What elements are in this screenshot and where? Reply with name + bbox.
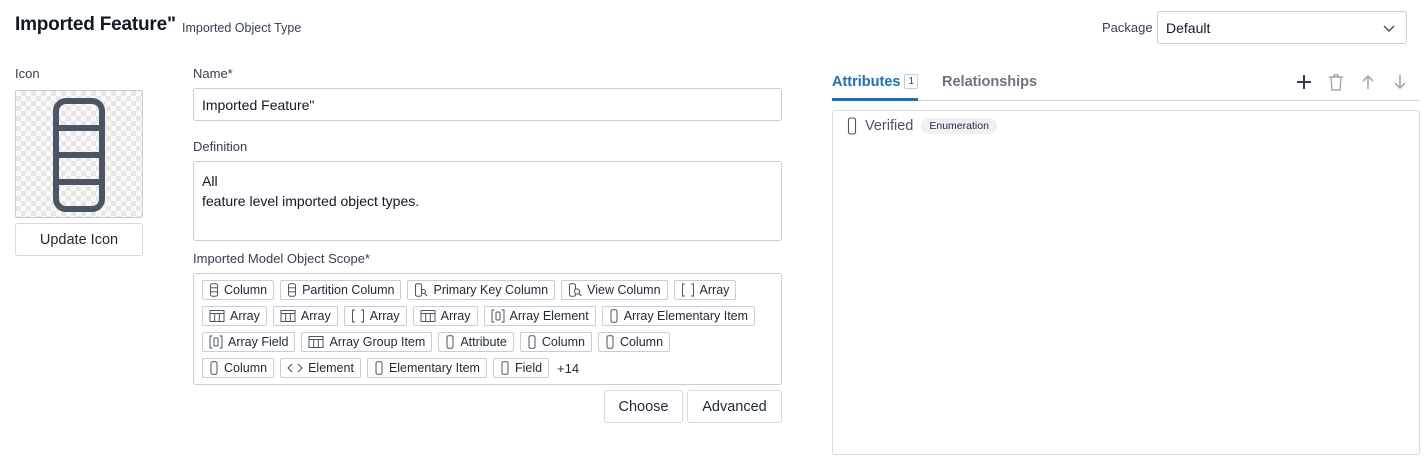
update-icon-button[interactable]: Update Icon (15, 223, 143, 256)
chevron-down-icon (1382, 21, 1396, 38)
scope-chip-label: Field (514, 361, 543, 375)
scope-chip-column[interactable]: Column (597, 332, 671, 352)
table-icon (280, 309, 296, 323)
scope-chip-label: Primary Key Column (433, 283, 549, 297)
arrow-up-icon[interactable] (1358, 72, 1378, 92)
scope-chip-partition-column[interactable]: Partition Column (280, 280, 402, 300)
key-column-icon (414, 283, 428, 297)
field-icon (847, 117, 857, 135)
attribute-row[interactable]: Verified Enumeration (847, 117, 997, 135)
scope-chip-label: View Column (587, 283, 661, 297)
attributes-panel: Verified Enumeration (832, 110, 1420, 455)
tab-attributes[interactable]: Attributes 1 (832, 74, 919, 90)
column-icon (209, 283, 219, 297)
scope-chip-primary-key-column[interactable]: Primary Key Column (407, 280, 556, 300)
table-icon (420, 309, 436, 323)
scope-chip-row: Column Partition Column Primary Key Column… (202, 280, 773, 300)
scope-chip-array[interactable]: Array (673, 280, 737, 300)
name-input[interactable]: Imported Feature" (193, 88, 782, 121)
scope-chip-view-column[interactable]: View Column (561, 280, 668, 300)
table-icon (209, 309, 225, 323)
tab-attributes-label: Attributes (832, 74, 901, 90)
trash-icon[interactable] (1326, 72, 1346, 92)
array-element-icon (209, 335, 223, 349)
scope-chip-elementary-item[interactable]: Elementary Item (366, 358, 487, 378)
scope-chip-label: Column (619, 335, 664, 349)
field-icon (445, 335, 455, 349)
scope-chip-label: Array (699, 283, 730, 297)
scope-chip-label: Array Element (509, 309, 589, 323)
advanced-button[interactable]: Advanced (687, 390, 782, 423)
scope-chip-column[interactable]: Column (202, 280, 275, 300)
scope-chip-box[interactable]: Column Partition Column Primary Key Column… (193, 273, 782, 385)
scope-chip-label: Array (230, 309, 260, 323)
array-element-icon (491, 309, 505, 323)
choose-button[interactable]: Choose (604, 390, 683, 423)
scope-chip-label: Attribute (460, 335, 507, 349)
scope-chip-array-elementary-item[interactable]: Array Elementary Item (601, 306, 756, 326)
add-icon[interactable] (1294, 72, 1314, 92)
scope-label: Imported Model Object Scope* (193, 251, 371, 266)
definition-textarea[interactable]: All feature level imported object types. (193, 161, 782, 241)
scope-chip-array-group-item[interactable]: Array Group Item (301, 332, 433, 352)
page-title: Imported Feature" (15, 14, 176, 35)
scope-chip-label: Column (224, 283, 268, 297)
package-value: Default (1166, 19, 1211, 36)
scope-chip-array[interactable]: Array (343, 306, 407, 326)
scope-chip-array-element[interactable]: Array Element (483, 306, 596, 326)
scope-chip-label: Column (224, 361, 268, 375)
definition-label: Definition (193, 139, 248, 154)
view-column-icon (568, 283, 582, 297)
scope-chip-column[interactable]: Column (202, 358, 275, 378)
scope-chip-label: Element (308, 361, 354, 375)
scope-chip-array[interactable]: Array (202, 306, 267, 326)
attribute-type-badge: Enumeration (921, 118, 997, 134)
icon-preview[interactable] (15, 90, 143, 218)
scope-chip-row: Array Array Array Array Array Element Array E… (202, 306, 773, 326)
scope-chip-row: Array Field Array Group Item Attribute Colu… (202, 332, 773, 352)
scope-chip-column[interactable]: Column (519, 332, 592, 352)
column-icon (53, 98, 105, 212)
scope-chip-label: Partition Column (302, 283, 395, 297)
package-label: Package (1102, 20, 1153, 35)
package-select[interactable]: Default (1157, 11, 1407, 44)
scope-chip-array[interactable]: Array (412, 306, 478, 326)
tab-relationships[interactable]: Relationships (942, 74, 1037, 90)
icon-label: Icon (15, 66, 40, 81)
brackets-icon (681, 283, 695, 297)
scope-chip-label: Column (541, 335, 585, 349)
scope-chip-array[interactable]: Array (272, 306, 338, 326)
brackets-icon (351, 309, 365, 323)
scope-chip-label: Array (300, 309, 331, 323)
scope-chip-element[interactable]: Element (280, 358, 361, 378)
field-icon (374, 361, 384, 375)
scope-chip-label: Array Group Item (329, 335, 426, 349)
field-icon (500, 361, 510, 375)
field-icon (609, 309, 619, 323)
attributes-count-badge: 1 (904, 74, 919, 89)
scope-chip-label: Array (369, 309, 400, 323)
active-tab-indicator (832, 98, 918, 101)
field-icon (605, 335, 615, 349)
scope-chip-label: Array (440, 309, 471, 323)
scope-chip-field[interactable]: Field (492, 358, 550, 378)
scope-chip-label: Elementary Item (388, 361, 480, 375)
field-icon (209, 361, 219, 375)
field-icon (527, 335, 537, 349)
more-chips-count[interactable]: +14 (557, 361, 579, 376)
arrow-down-icon[interactable] (1390, 72, 1410, 92)
table-icon (308, 335, 324, 349)
attribute-name: Verified (865, 118, 914, 134)
scope-chip-array-field[interactable]: Array Field (202, 332, 296, 352)
scope-chip-row: Column Element Elementary Item Field +14 (202, 358, 773, 378)
scope-chip-attribute[interactable]: Attribute (438, 332, 514, 352)
scope-chip-label: Array Field (228, 335, 289, 349)
name-label: Name* (193, 66, 233, 81)
page-subtitle: Imported Object Type (182, 21, 302, 35)
column-icon (287, 283, 297, 297)
scope-chip-label: Array Elementary Item (623, 309, 749, 323)
code-icon (287, 361, 303, 375)
